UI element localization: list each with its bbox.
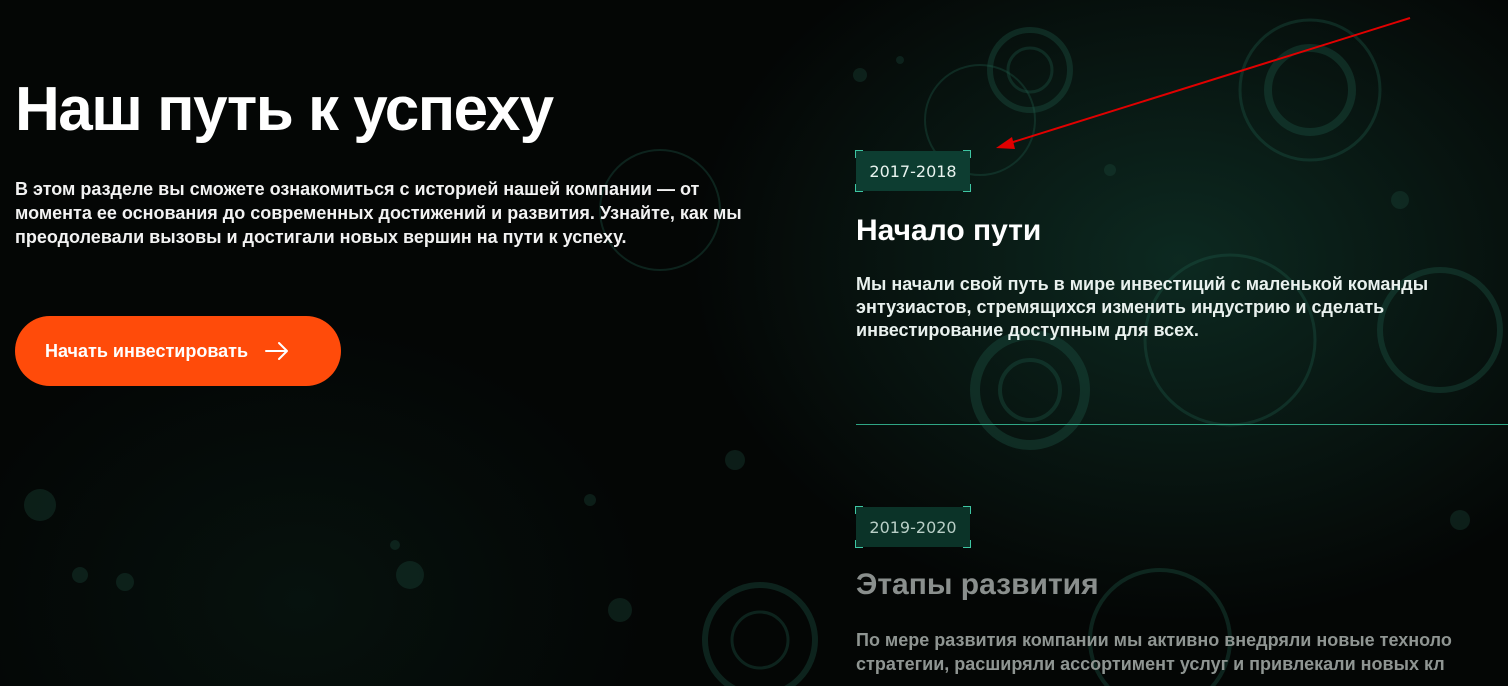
year-badge: 2017-2018 xyxy=(855,150,971,192)
timeline: 2017-2018 Начало пути Мы начали свой пут… xyxy=(855,0,1508,686)
page-title: Наш путь к успеху xyxy=(15,75,554,144)
timeline-item-title: Начало пути xyxy=(856,214,1042,247)
timeline-item-title: Этапы развития xyxy=(856,568,1099,601)
timeline-item-text: По мере развития компании мы активно вне… xyxy=(856,628,1508,676)
hero-section: Наш путь к успеху В этом разделе вы смож… xyxy=(15,70,775,249)
timeline-item-text-line: стратегии, расширяли ассортимент услуг и… xyxy=(856,654,1445,674)
start-investing-button[interactable]: Начать инвестировать xyxy=(15,316,341,386)
start-investing-label: Начать инвестировать xyxy=(45,340,249,361)
hero-intro-text: В этом разделе вы сможете ознакомиться с… xyxy=(15,179,742,247)
arrow-right-icon xyxy=(264,341,290,361)
timeline-item-text: Мы начали свой путь в мире инвестиций с … xyxy=(856,274,1429,340)
year-label: 2017-2018 xyxy=(869,161,957,181)
page: Наш путь к успеху В этом разделе вы смож… xyxy=(0,0,1508,686)
year-label: 2019-2020 xyxy=(869,517,957,537)
timeline-divider xyxy=(856,424,1508,425)
timeline-item-text-line: По мере развития компании мы активно вне… xyxy=(856,630,1452,650)
year-badge: 2019-2020 xyxy=(855,506,971,548)
